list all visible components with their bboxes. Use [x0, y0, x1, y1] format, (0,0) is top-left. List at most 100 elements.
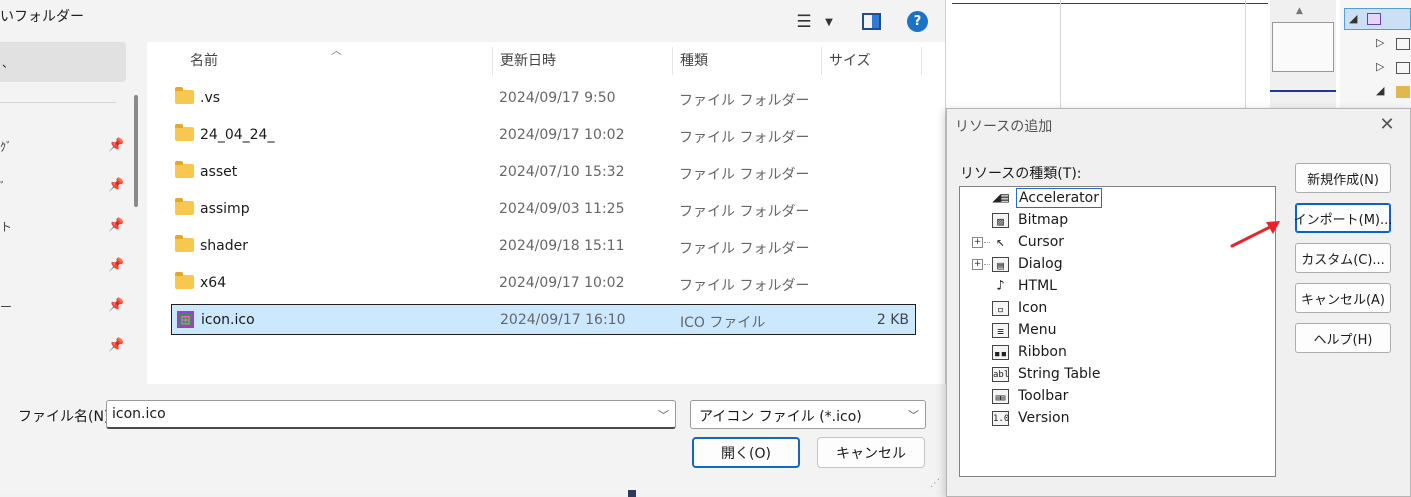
- tree-item-selected[interactable]: ◢: [1344, 8, 1411, 30]
- resource-item-icon[interactable]: ▫ Icon: [960, 298, 1275, 320]
- file-row[interactable]: shader 2024/09/18 15:11 ファイル フォルダー: [171, 231, 916, 262]
- collapse-arrow-icon[interactable]: ◢: [1376, 84, 1384, 97]
- file-row[interactable]: .vs 2024/09/17 9:50 ファイル フォルダー: [171, 83, 916, 114]
- resource-type-label: リソースの種類(T):: [960, 166, 1082, 182]
- file-name: shader: [200, 238, 249, 254]
- collapse-arrow-icon[interactable]: ◢: [1349, 12, 1357, 25]
- nav-divider: [0, 102, 116, 103]
- help-icon[interactable]: ?: [907, 11, 928, 32]
- cancel-button[interactable]: キャンセル(A): [1295, 283, 1391, 313]
- column-divider[interactable]: [672, 47, 673, 75]
- pin-icon[interactable]: 📌: [108, 338, 124, 353]
- pin-icon[interactable]: 📌: [108, 298, 124, 313]
- folder-icon: [175, 87, 194, 104]
- annotation-arrow-icon: [1230, 221, 1280, 248]
- column-divider[interactable]: [921, 47, 922, 75]
- scroll-up-icon[interactable]: ▲: [1296, 6, 1303, 16]
- file-row[interactable]: x64 2024/09/17 10:02 ファイル フォルダー: [171, 268, 916, 299]
- column-header-name[interactable]: 名前: [190, 50, 218, 70]
- icon-resource-icon: ▫: [992, 301, 1009, 316]
- file-type: ファイル フォルダー: [679, 130, 810, 146]
- preview-pane-icon[interactable]: [862, 13, 881, 30]
- string-table-icon: abl: [992, 367, 1009, 382]
- cursor-icon: ↖: [996, 234, 1005, 250]
- resource-item-label: HTML: [1018, 278, 1057, 294]
- nav-scrollbar[interactable]: [134, 95, 138, 207]
- resource-item-string-table[interactable]: abl String Table: [960, 364, 1275, 386]
- resource-item-version[interactable]: 1.0 Version: [960, 408, 1275, 430]
- folder-icon: [175, 235, 194, 252]
- nav-item[interactable]: ト 📌: [0, 212, 126, 242]
- nav-item[interactable]: 📌: [0, 332, 126, 362]
- project-icon: [1367, 13, 1381, 25]
- column-header-type[interactable]: 種類: [680, 50, 708, 70]
- resource-item-dialog[interactable]: + ▤ Dialog: [960, 254, 1275, 276]
- nav-item-label: ｸﾞ: [0, 140, 13, 154]
- file-type: ICO ファイル: [680, 315, 766, 331]
- file-date: 2024/09/17 16:10: [500, 312, 626, 328]
- sort-ascending-icon: ︿: [331, 44, 342, 57]
- column-divider[interactable]: [492, 47, 493, 75]
- column-divider[interactable]: [821, 47, 822, 75]
- open-button[interactable]: 開く(O): [692, 437, 800, 468]
- filename-input[interactable]: icon.ico ﹀: [106, 400, 676, 429]
- chevron-down-icon[interactable]: ▼: [822, 12, 836, 32]
- cancel-button[interactable]: キャンセル: [817, 437, 925, 468]
- chevron-down-icon[interactable]: ﹀: [658, 407, 669, 423]
- nav-item-selected[interactable]: 、: [0, 42, 126, 82]
- resource-item-menu[interactable]: ≡ Menu: [960, 320, 1275, 342]
- resource-item-toolbar[interactable]: ▤▤ Toolbar: [960, 386, 1275, 408]
- pin-icon[interactable]: 📌: [108, 178, 124, 193]
- dialog-title: リソースの追加: [955, 119, 1053, 135]
- ribbon-icon: ▪▪: [992, 345, 1009, 360]
- expand-icon[interactable]: +: [972, 259, 983, 270]
- resize-grip-icon[interactable]: ⋰: [930, 478, 940, 489]
- help-button[interactable]: ヘルプ(H): [1295, 323, 1391, 353]
- folder-icon: [175, 161, 194, 178]
- resource-item-label: String Table: [1018, 366, 1101, 382]
- folder-icon: [175, 124, 194, 141]
- resource-item-label: Icon: [1018, 300, 1048, 316]
- minimap-viewport[interactable]: [1272, 22, 1334, 72]
- filetype-select[interactable]: アイコン ファイル (*.ico) ﹀: [690, 400, 926, 429]
- dialog-title: いフォルダー: [0, 9, 84, 25]
- resource-item-accelerator[interactable]: ◢▤ Accelerator: [960, 188, 1275, 210]
- chevron-down-icon[interactable]: ﹀: [908, 407, 919, 423]
- expand-arrow-icon[interactable]: ▷: [1376, 36, 1384, 49]
- folder-icon: [175, 272, 194, 289]
- pin-icon[interactable]: 📌: [108, 138, 124, 153]
- new-resource-button[interactable]: 新規作成(N): [1295, 163, 1391, 193]
- resource-item-label: Version: [1018, 410, 1070, 426]
- solution-explorer-tree[interactable]: ◢ ▷ ▷ ◢: [1340, 0, 1411, 108]
- custom-button[interactable]: カスタム(C)...: [1295, 243, 1391, 273]
- nav-item[interactable]: 📌: [0, 252, 126, 282]
- dialog-footer: ファイル名(N): icon.ico ﹀ アイコン ファイル (*.ico) ﹀…: [0, 384, 946, 497]
- file-row-selected[interactable]: ⊞ icon.ico 2024/09/17 16:10 ICO ファイル 2 K…: [171, 304, 916, 335]
- filename-label: ファイル名(N):: [18, 409, 115, 425]
- close-icon[interactable]: ✕: [1377, 113, 1397, 135]
- file-name: asset: [200, 164, 238, 180]
- file-row[interactable]: 24_04_24_ 2024/09/17 10:02 ファイル フォルダー: [171, 120, 916, 151]
- view-options-icon[interactable]: ☰: [795, 10, 813, 34]
- nav-item[interactable]: ｸﾞ 📌: [0, 132, 126, 162]
- import-button[interactable]: インポート(M)...: [1294, 203, 1392, 233]
- file-date: 2024/09/17 10:02: [499, 127, 625, 143]
- accelerator-icon: ◢▤: [992, 190, 1009, 206]
- resource-item-ribbon[interactable]: ▪▪ Ribbon: [960, 342, 1275, 364]
- nav-item[interactable]: ﾞ 📌: [0, 172, 126, 202]
- file-date: 2024/09/17 10:02: [499, 275, 625, 291]
- pin-icon[interactable]: 📌: [108, 258, 124, 273]
- expand-icon[interactable]: +: [972, 237, 983, 248]
- file-row[interactable]: assimp 2024/09/03 11:25 ファイル フォルダー: [171, 194, 916, 225]
- column-header-size[interactable]: サイズ: [829, 50, 871, 70]
- nav-item[interactable]: ー 📌: [0, 292, 126, 322]
- folder-icon: [175, 198, 194, 215]
- column-header-date[interactable]: 更新日時: [500, 50, 556, 70]
- editor-minimap[interactable]: ▲: [1270, 0, 1336, 108]
- resource-item-html[interactable]: ♪ HTML: [960, 276, 1275, 298]
- expand-arrow-icon[interactable]: ▷: [1376, 60, 1384, 73]
- resource-item-label: Accelerator: [1016, 188, 1102, 208]
- pin-icon[interactable]: 📌: [108, 218, 124, 233]
- file-name: .vs: [200, 90, 221, 106]
- file-row[interactable]: asset 2024/07/10 15:32 ファイル フォルダー: [171, 157, 916, 188]
